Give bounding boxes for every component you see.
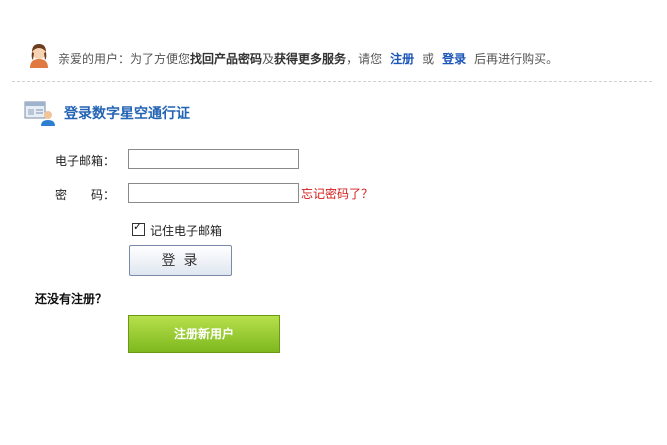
user-avatar-icon [30,44,48,68]
email-field[interactable] [128,149,299,169]
notice-suffix: 后再进行购买。 [474,52,559,66]
remember-email-label[interactable]: 记住电子邮箱 [150,222,222,239]
register-new-user-button[interactable]: 注册新用户 [128,315,280,353]
notice-bar: 亲爱的用户：为了方便您找回产品密码及获得更多服务，请您 注册或登录 后再进行购买。 [24,40,644,72]
register-link[interactable]: 注册 [390,52,414,66]
notice-or: 或 [422,52,435,66]
account-card-icon [24,101,55,126]
forgot-password-link[interactable]: 忘记密码了？ [301,185,373,202]
notice-prefix: 亲爱的用户：为了方便您 [58,52,191,66]
notice-bold-services: 获得更多服务 [274,52,347,66]
login-link[interactable]: 登录 [442,52,466,66]
section-title: 登录数字星空通行证 [64,106,190,122]
email-label: 电子邮箱： [55,154,116,168]
remember-email-checkbox[interactable] [132,220,145,236]
not-registered-prompt: 还没有注册？ [35,292,108,306]
password-label: 密 码： [55,188,116,202]
notice-bold-recover: 找回产品密码 [190,52,263,66]
divider [12,81,652,82]
notice-mid: 及 [262,52,275,66]
password-field[interactable] [128,183,299,203]
login-button[interactable]: 登录 [129,245,232,276]
notice-after: ，请您 [346,52,383,66]
notice-text: 亲爱的用户：为了方便您找回产品密码及获得更多服务，请您 注册或登录 后再进行购买。 [58,50,558,67]
